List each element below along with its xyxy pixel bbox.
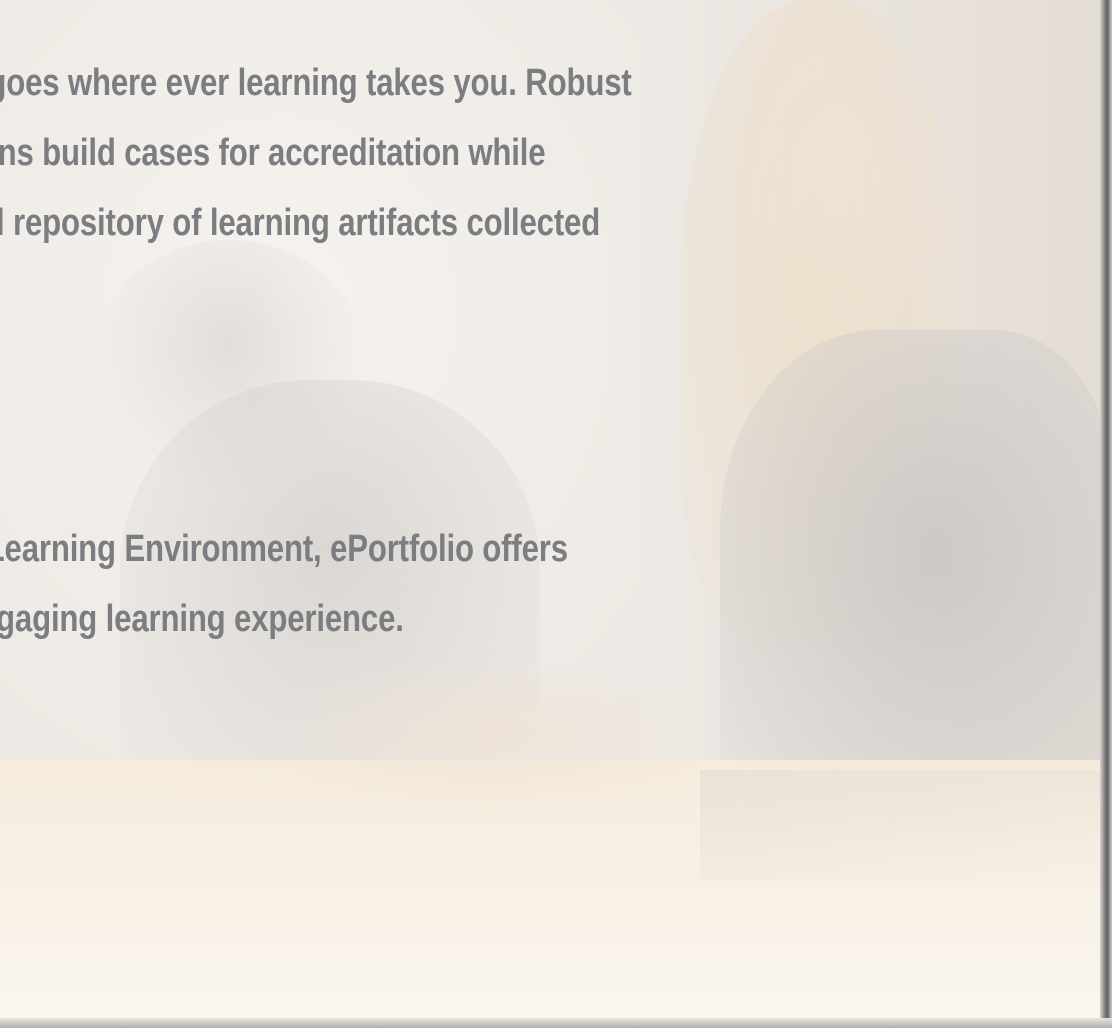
paragraph1-line3: nal repository of learning artifacts col… bbox=[0, 202, 601, 244]
photo-table-edge bbox=[700, 770, 1112, 880]
window-bottom-border bbox=[0, 1018, 1112, 1028]
photo-wall-left bbox=[0, 0, 700, 780]
paragraph1-line1: o goes where ever learning takes you. Ro… bbox=[0, 62, 632, 104]
photo-hands bbox=[280, 660, 700, 810]
photo-person-left-head bbox=[90, 240, 370, 500]
paragraph1-line2: tions build cases for accreditation whil… bbox=[0, 132, 546, 174]
photo-wall-right bbox=[640, 0, 1112, 760]
paragraph2-line2: engaging learning experience. bbox=[0, 598, 404, 640]
photo-person-right-face bbox=[740, 40, 930, 360]
photo-person-right-body bbox=[720, 330, 1112, 830]
photo-person-right-hair bbox=[680, 0, 960, 650]
photo-table bbox=[0, 760, 1112, 1028]
slide: o goes where ever learning takes you. Ro… bbox=[0, 0, 1112, 1028]
photo-person-left-body bbox=[120, 380, 540, 800]
paragraph2-line1: e Learning Environment, ePortfolio offer… bbox=[0, 528, 568, 570]
window-right-border bbox=[1100, 0, 1112, 1028]
